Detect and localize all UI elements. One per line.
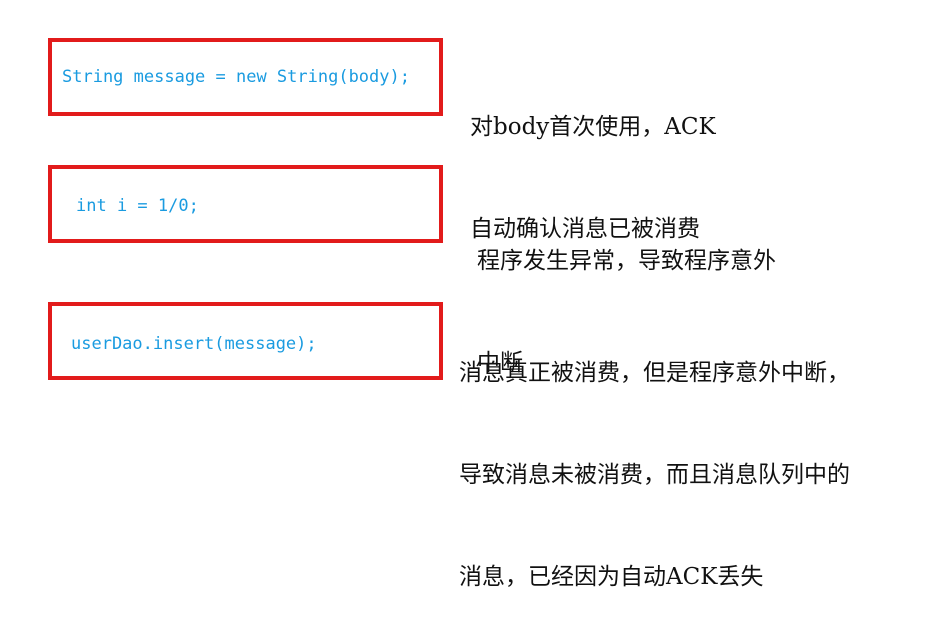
note-1-line-1: 对body首次使用，ACK [470,114,716,140]
code-line-2: int i = 1/0; [76,196,199,216]
code-box-1: String message = new String(body); [48,38,443,116]
note-3-line-1: 消息真正被消费，但是程序意外中断， [459,360,850,386]
note-3: 消息真正被消费，但是程序意外中断， 导致消息未被消费，而且消息队列中的 消息，已… [459,288,850,628]
code-box-2: int i = 1/0; [48,165,443,243]
note-2-line-1: 程序发生异常，导致程序意外 [477,248,776,274]
note-3-line-3: 消息，已经因为自动ACK丢失 [459,564,764,590]
code-box-3: userDao.insert(message); [48,302,443,380]
note-3-line-2: 导致消息未被消费，而且消息队列中的 [459,462,850,488]
code-line-3: userDao.insert(message); [71,334,317,354]
code-line-1: String message = new String(body); [62,67,410,87]
